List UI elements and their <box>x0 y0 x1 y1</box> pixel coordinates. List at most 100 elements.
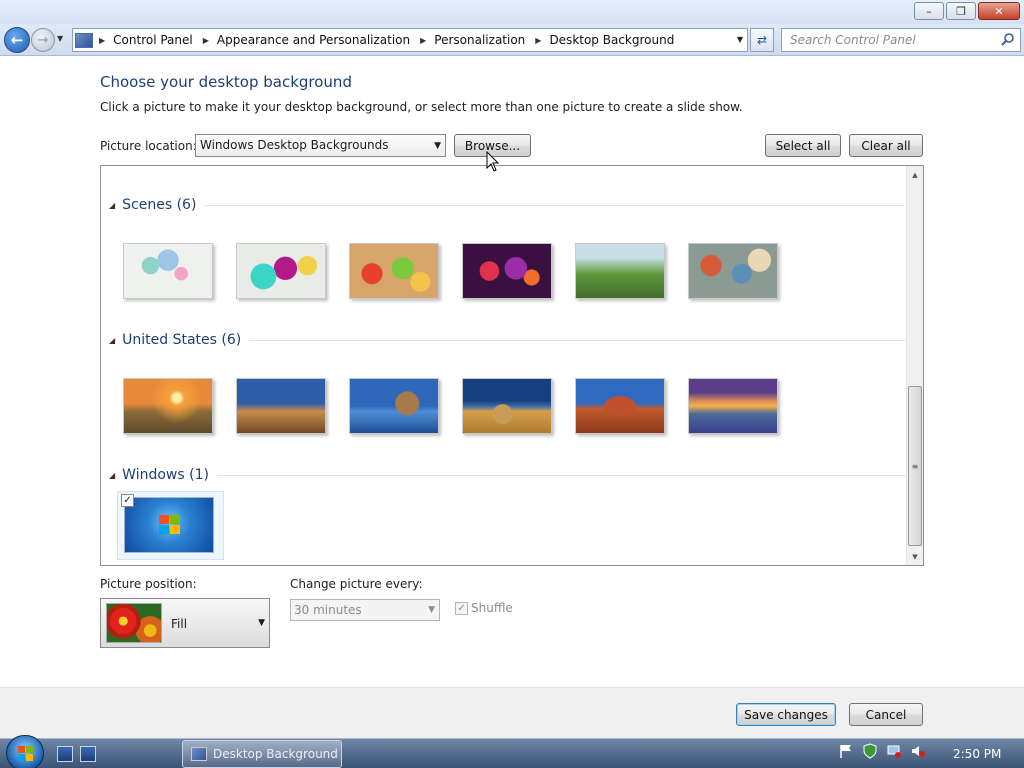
title-bar: – ❐ ✕ <box>0 0 1024 24</box>
thumbnail-scene-4[interactable] <box>462 243 552 299</box>
back-button[interactable]: ← <box>4 27 30 53</box>
checkbox-icon[interactable]: ✓ <box>455 601 468 615</box>
window-controls: – ❐ ✕ <box>914 2 1020 20</box>
volume-muted-icon[interactable] <box>910 743 926 759</box>
change-picture-label: Change picture every: <box>290 577 423 591</box>
group-divider <box>204 204 905 206</box>
thumbnail-scene-2[interactable] <box>236 243 326 299</box>
thumbnail-us-1[interactable] <box>123 378 213 434</box>
refresh-button[interactable]: ⇄ <box>750 28 774 52</box>
footer-bar: Save changes Cancel <box>0 687 1024 738</box>
thumbnail-us-4[interactable] <box>462 378 552 434</box>
breadcrumb-desktop-background[interactable]: Desktop Background <box>549 33 674 47</box>
collapse-triangle-icon[interactable]: ◢ <box>109 336 115 345</box>
collapse-triangle-icon[interactable]: ◢ <box>109 201 115 210</box>
breadcrumb-separator-icon[interactable]: ▶ <box>535 36 541 45</box>
action-center-flag-icon[interactable] <box>838 743 854 759</box>
picture-location-value: Windows Desktop Backgrounds <box>200 138 389 152</box>
start-button[interactable] <box>6 735 44 768</box>
select-all-button[interactable]: Select all <box>765 134 841 157</box>
clock[interactable]: 2:50 PM <box>953 747 1001 761</box>
group-header-scenes[interactable]: ◢ Scenes (6) <box>109 197 905 213</box>
selection-checkbox[interactable]: ✓ <box>121 494 134 507</box>
switch-windows-icon[interactable] <box>80 746 96 762</box>
close-button[interactable]: ✕ <box>978 2 1020 20</box>
position-preview-image <box>106 603 162 643</box>
change-picture-value: 30 minutes <box>294 603 362 617</box>
chevron-down-icon: ▼ <box>258 618 265 628</box>
search-box[interactable] <box>781 28 1021 52</box>
navigation-bar: ← → ▼ ▶ Control Panel ▶ Appearance and P… <box>0 24 1024 56</box>
taskbar: Desktop Background 2:50 PM <box>0 735 1024 768</box>
refresh-icon: ⇄ <box>756 33 768 47</box>
thumbnail-scene-1[interactable] <box>123 243 213 299</box>
security-shield-icon[interactable] <box>862 743 878 759</box>
united-states-thumbnails <box>123 378 778 434</box>
show-desktop-icon[interactable] <box>57 746 73 762</box>
mouse-cursor-icon <box>486 151 500 172</box>
picture-list[interactable]: ◢ Scenes (6) ◢ United States (6) ◢ Windo… <box>100 165 924 566</box>
page-title: Choose your desktop background <box>100 73 352 91</box>
scroll-up-icon[interactable]: ▲ <box>907 166 923 183</box>
thumbnail-us-5[interactable] <box>575 378 665 434</box>
group-label: Scenes (6) <box>122 197 197 213</box>
picture-position-select[interactable]: Fill ▼ <box>100 598 270 648</box>
address-dropdown-icon[interactable]: ▼ <box>737 35 743 44</box>
page-subtitle: Click a picture to make it your desktop … <box>100 100 743 114</box>
collapse-triangle-icon[interactable]: ◢ <box>109 471 115 480</box>
chevron-down-icon: ▼ <box>434 141 441 151</box>
shuffle-label: Shuffle <box>471 601 513 615</box>
group-divider <box>249 339 910 341</box>
minimize-button[interactable]: – <box>914 2 944 20</box>
scrollbar-thumb[interactable]: ≡ <box>908 386 922 546</box>
picture-location-label: Picture location: <box>100 139 197 153</box>
thumbnail-scene-5[interactable] <box>575 243 665 299</box>
network-icon[interactable] <box>886 743 902 759</box>
windows-logo-icon <box>18 746 34 761</box>
thumbnail-us-2[interactable] <box>236 378 326 434</box>
cancel-button[interactable]: Cancel <box>849 703 923 726</box>
group-header-united-states[interactable]: ◢ United States (6) <box>109 332 910 348</box>
shuffle-checkbox[interactable]: ✓ Shuffle <box>455 601 513 615</box>
breadcrumb-separator-icon[interactable]: ▶ <box>99 36 105 45</box>
breadcrumb-separator-icon[interactable]: ▶ <box>420 36 426 45</box>
breadcrumb-appearance[interactable]: Appearance and Personalization <box>217 33 410 47</box>
chevron-down-icon: ▼ <box>428 605 435 615</box>
group-label: Windows (1) <box>122 467 209 483</box>
breadcrumb-personalization[interactable]: Personalization <box>434 33 525 47</box>
group-divider <box>216 474 907 476</box>
search-icon[interactable] <box>1000 32 1016 48</box>
breadcrumb-separator-icon[interactable]: ▶ <box>203 36 209 45</box>
taskbar-item-label: Desktop Background <box>213 747 338 761</box>
group-label: United States (6) <box>122 332 242 348</box>
change-picture-select[interactable]: 30 minutes ▼ <box>290 599 440 621</box>
group-header-windows[interactable]: ◢ Windows (1) <box>109 467 907 483</box>
forward-button[interactable]: → <box>31 28 55 52</box>
picture-position-label: Picture position: <box>100 577 197 591</box>
taskbar-item-desktop-background[interactable]: Desktop Background <box>182 740 342 768</box>
maximize-button[interactable]: ❐ <box>946 2 976 20</box>
control-panel-icon <box>75 32 93 48</box>
scenes-thumbnails <box>123 243 778 299</box>
thumbnail-us-3[interactable] <box>349 378 439 434</box>
picture-position-value: Fill <box>171 617 188 631</box>
clear-all-button[interactable]: Clear all <box>849 134 923 157</box>
scroll-down-icon[interactable]: ▼ <box>907 548 923 565</box>
picture-location-select[interactable]: Windows Desktop Backgrounds ▼ <box>195 134 446 157</box>
forward-arrow-icon: → <box>37 32 49 48</box>
system-tray <box>838 743 926 759</box>
thumbnail-windows-1-selected[interactable]: ✓ <box>117 491 224 560</box>
address-bar[interactable]: ▶ Control Panel ▶ Appearance and Persona… <box>72 28 748 52</box>
control-panel-icon <box>191 747 207 761</box>
back-arrow-icon: ← <box>10 31 24 49</box>
thumbnail-scene-6[interactable] <box>688 243 778 299</box>
thumbnail-us-6[interactable] <box>688 378 778 434</box>
search-input[interactable] <box>782 29 992 51</box>
recent-pages-dropdown[interactable]: ▼ <box>57 34 63 43</box>
save-changes-button[interactable]: Save changes <box>736 703 836 726</box>
vertical-scrollbar[interactable]: ▲ ≡ ▼ <box>906 166 923 565</box>
windows-logo-icon <box>159 515 181 535</box>
breadcrumb-control-panel[interactable]: Control Panel <box>113 33 193 47</box>
thumbnail-scene-3[interactable] <box>349 243 439 299</box>
thumbnail-windows-1[interactable] <box>124 497 214 553</box>
